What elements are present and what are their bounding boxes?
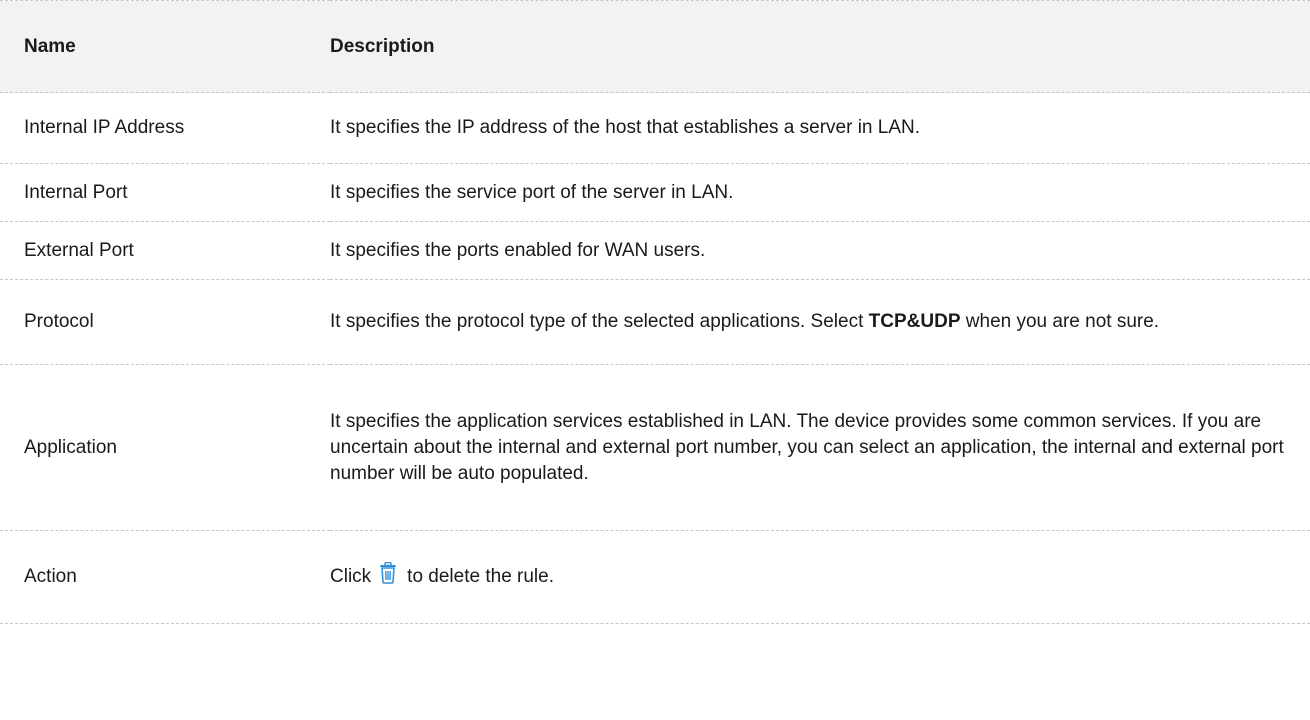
- row-description-action: Click to delete the rule.: [330, 530, 1310, 624]
- table-row: Internal Port It specifies the service p…: [0, 163, 1310, 222]
- table-header-row: Name Description: [0, 0, 1310, 93]
- protocol-option-bold: TCP&UDP: [868, 311, 961, 332]
- table-row: External Port It specifies the ports ena…: [0, 221, 1310, 280]
- column-header-name: Name: [0, 0, 330, 93]
- table-row: Application It specifies the application…: [0, 364, 1310, 531]
- row-description-application: It specifies the application services es…: [330, 364, 1310, 531]
- table-row: Internal IP Address It specifies the IP …: [0, 92, 1310, 164]
- protocol-description-text: It specifies the protocol type of the se…: [330, 311, 869, 332]
- table-row: Protocol It specifies the protocol type …: [0, 279, 1310, 365]
- row-name-internal-ip-address: Internal IP Address: [0, 92, 330, 164]
- trash-icon: [379, 561, 397, 592]
- action-description-tail: to delete the rule.: [407, 566, 554, 587]
- parameter-table: Name Description Internal IP Address It …: [0, 0, 1310, 624]
- table-row: Action Click to delete the rule.: [0, 530, 1310, 624]
- row-description-protocol: It specifies the protocol type of the se…: [330, 279, 1310, 365]
- protocol-description-tail: when you are not sure.: [960, 311, 1160, 332]
- row-description-internal-ip-address: It specifies the IP address of the host …: [330, 92, 1310, 164]
- row-name-action: Action: [0, 530, 330, 624]
- row-name-external-port: External Port: [0, 221, 330, 280]
- row-name-application: Application: [0, 364, 330, 531]
- row-name-internal-port: Internal Port: [0, 163, 330, 222]
- row-description-external-port: It specifies the ports enabled for WAN u…: [330, 221, 1310, 280]
- column-header-description: Description: [330, 0, 1310, 93]
- row-description-internal-port: It specifies the service port of the ser…: [330, 163, 1310, 222]
- action-description-text: Click: [330, 566, 372, 587]
- row-name-protocol: Protocol: [0, 279, 330, 365]
